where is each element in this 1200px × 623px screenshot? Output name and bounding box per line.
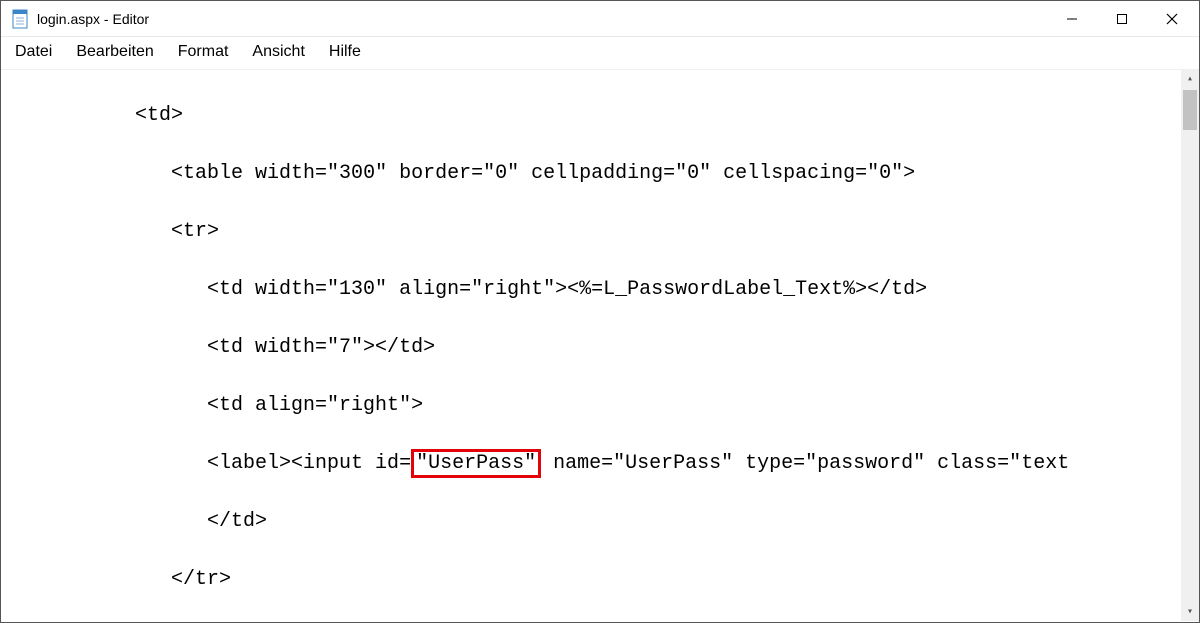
close-button[interactable] [1147, 1, 1197, 37]
code-line: <table width="300" border="0" cellpaddin… [15, 159, 1199, 188]
scroll-up-arrow[interactable]: ▴ [1181, 70, 1199, 88]
menu-bearbeiten[interactable]: Bearbeiten [72, 41, 165, 63]
code-line: <td align="right"> [15, 391, 1199, 420]
code-line: <label><input id="UserPass" name="UserPa… [15, 449, 1199, 478]
maximize-button[interactable] [1097, 1, 1147, 37]
menu-ansicht[interactable]: Ansicht [248, 41, 316, 63]
code-line: </tr> [15, 565, 1199, 594]
menubar: Datei Bearbeiten Format Ansicht Hilfe [1, 37, 1199, 70]
code-line: <td width="130" align="right"><%=L_Passw… [15, 275, 1199, 304]
titlebar: login.aspx - Editor [1, 1, 1199, 37]
menu-hilfe[interactable]: Hilfe [325, 41, 373, 63]
code-line: <td> [15, 101, 1199, 130]
scroll-down-arrow[interactable]: ▾ [1181, 603, 1199, 621]
editor-textarea[interactable]: <td> <table width="300" border="0" cellp… [1, 70, 1199, 621]
highlighted-userpass: "UserPass" [411, 449, 541, 478]
code-line: <tr> [15, 217, 1199, 246]
menu-format[interactable]: Format [174, 41, 241, 63]
menu-datei[interactable]: Datei [11, 41, 64, 63]
scroll-thumb[interactable] [1183, 90, 1197, 130]
code-line: <td width="7"></td> [15, 333, 1199, 362]
notepad-icon [11, 10, 29, 28]
window-title: login.aspx - Editor [37, 11, 149, 27]
vertical-scrollbar[interactable]: ▴ ▾ [1181, 70, 1199, 621]
code-line: </td> [15, 507, 1199, 536]
minimize-button[interactable] [1047, 1, 1097, 37]
